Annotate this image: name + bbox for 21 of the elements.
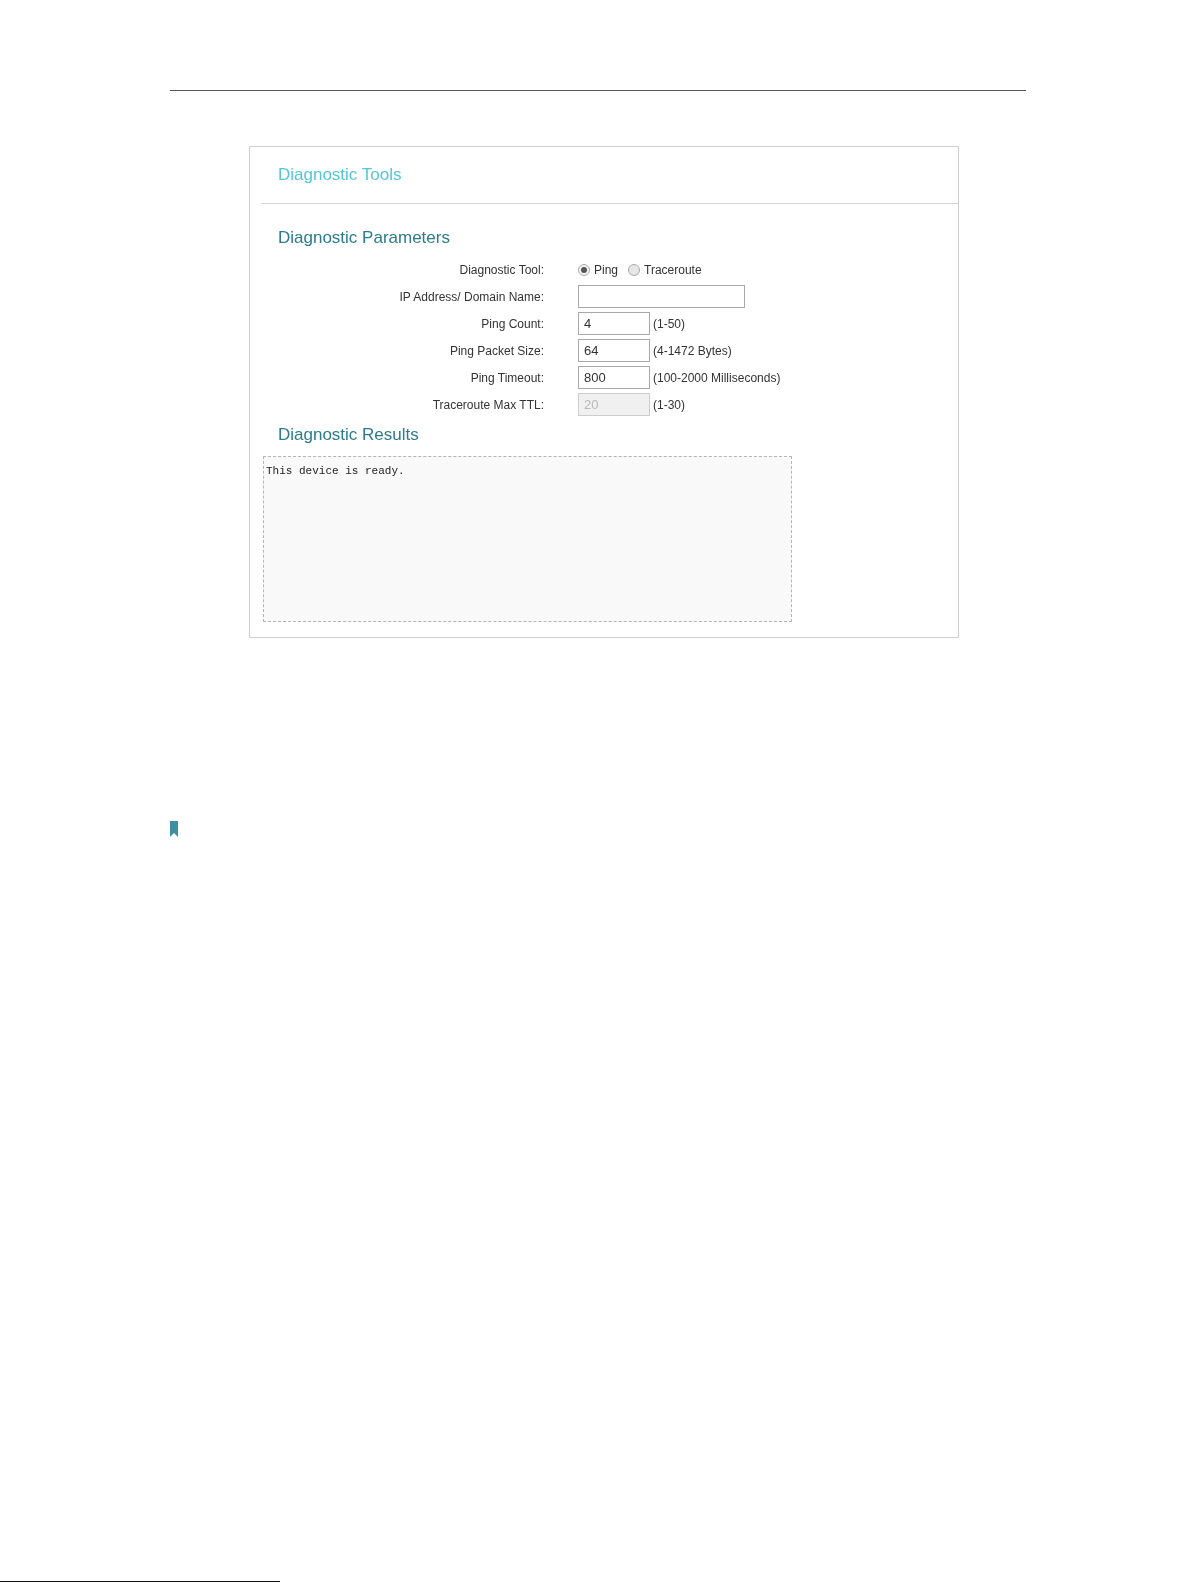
range-hint: (1-30) bbox=[653, 397, 685, 412]
result-text: This device is ready. bbox=[266, 465, 405, 477]
range-hint: (4-1472 Bytes) bbox=[653, 343, 732, 358]
field-label: Ping Timeout: bbox=[469, 370, 544, 385]
input-field[interactable]: 4 bbox=[578, 312, 650, 335]
input-field[interactable] bbox=[578, 285, 745, 308]
field-label: Diagnostic Tool: bbox=[458, 262, 544, 277]
field-label: IP Address/ Domain Name: bbox=[398, 289, 544, 304]
section-heading: Diagnostic Parameters bbox=[277, 228, 450, 248]
input-field[interactable]: 800 bbox=[578, 366, 650, 389]
section-heading: Diagnostic Results bbox=[277, 425, 419, 445]
radio-option[interactable]: Ping bbox=[578, 262, 619, 277]
bookmark-icon bbox=[170, 821, 178, 837]
input-field[interactable]: 64 bbox=[578, 339, 650, 362]
field-label: Ping Count: bbox=[480, 316, 544, 331]
range-hint: (1-50) bbox=[653, 316, 685, 331]
panel-title: Diagnostic Tools bbox=[278, 165, 402, 185]
field-label: Ping Packet Size: bbox=[448, 343, 544, 358]
range-hint: (100-2000 Milliseconds) bbox=[653, 370, 781, 385]
radio-option[interactable]: Traceroute bbox=[628, 262, 702, 277]
field-label: Traceroute Max TTL: bbox=[431, 397, 544, 412]
